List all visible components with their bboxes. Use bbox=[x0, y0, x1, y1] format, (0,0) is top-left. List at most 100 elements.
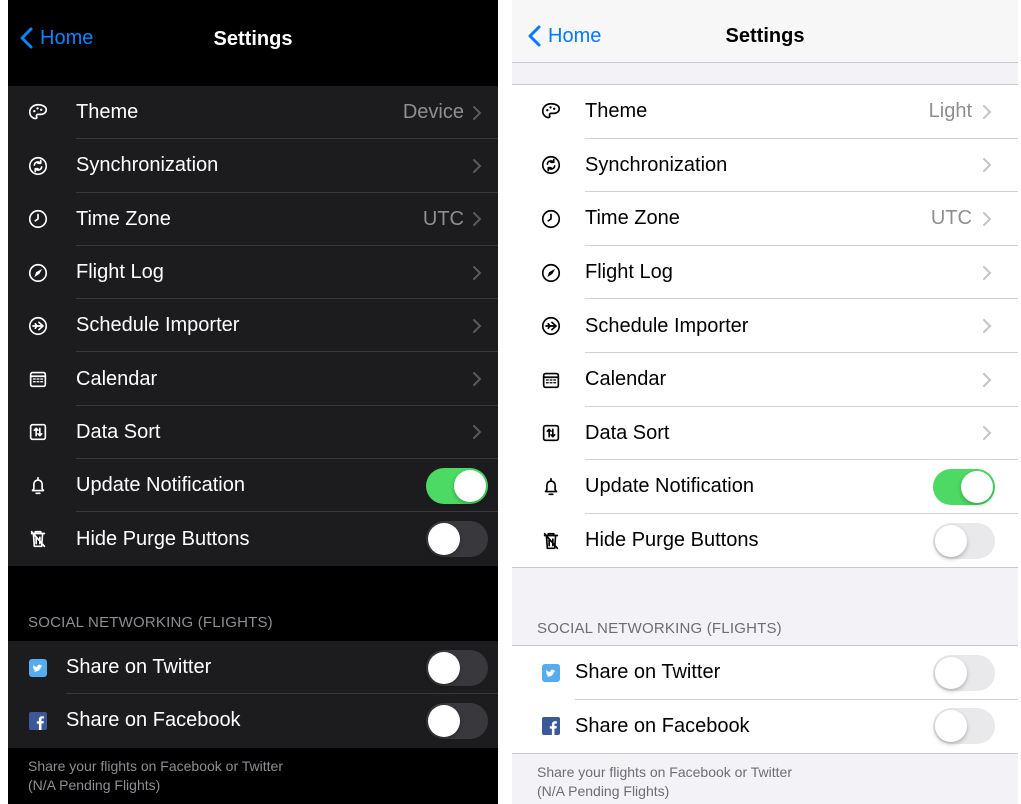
chevron-right-icon bbox=[473, 212, 482, 227]
footer-line: Share your flights on Facebook or Twitte… bbox=[537, 764, 792, 780]
toggle-knob bbox=[454, 469, 486, 502]
social-group: Share on Twitter Share on Facebook bbox=[8, 641, 498, 748]
share-twitter-toggle[interactable] bbox=[933, 654, 995, 691]
row-data-sort[interactable]: Data Sort bbox=[8, 406, 498, 460]
chevron-right-icon bbox=[473, 265, 482, 280]
row-theme[interactable]: Theme Light bbox=[512, 85, 1018, 139]
hide-purge-buttons-toggle[interactable] bbox=[933, 522, 995, 559]
row-update-notification: Update Notification bbox=[512, 460, 1018, 514]
row-flight-log[interactable]: Flight Log bbox=[512, 246, 1018, 300]
row-label: Flight Log bbox=[76, 261, 164, 284]
timezone-value: UTC bbox=[422, 207, 464, 230]
row-label: Share on Twitter bbox=[575, 661, 721, 684]
share-twitter-toggle[interactable] bbox=[426, 649, 488, 686]
row-label: Hide Purge Buttons bbox=[76, 527, 250, 550]
facebook-icon bbox=[539, 714, 563, 738]
chevron-right-icon bbox=[473, 425, 482, 440]
row-label: Data Sort bbox=[76, 420, 161, 443]
timezone-value: UTC bbox=[930, 207, 972, 230]
row-calendar[interactable]: Calendar bbox=[512, 353, 1018, 407]
sort-icon bbox=[539, 421, 563, 445]
row-share-twitter: Share on Twitter bbox=[512, 646, 1018, 700]
toggle-knob bbox=[428, 523, 460, 556]
row-label: Update Notification bbox=[585, 475, 754, 498]
page-title: Settings bbox=[213, 28, 293, 50]
page-title: Settings bbox=[725, 25, 805, 47]
clock-icon bbox=[26, 207, 50, 231]
theme-value: Device bbox=[402, 101, 464, 124]
row-share-twitter: Share on Twitter bbox=[8, 641, 498, 695]
row-label: Calendar bbox=[76, 367, 158, 390]
row-label: Flight Log bbox=[585, 261, 673, 284]
chevron-right-icon bbox=[473, 158, 482, 173]
toggle-knob bbox=[935, 524, 967, 557]
row-schedule-importer[interactable]: Schedule Importer bbox=[8, 299, 498, 353]
social-group: Share on Twitter Share on Facebook bbox=[512, 645, 1018, 755]
row-flight-log[interactable]: Flight Log bbox=[8, 246, 498, 300]
row-label: Time Zone bbox=[76, 207, 171, 230]
row-label: Theme bbox=[585, 100, 648, 123]
chevron-right-icon bbox=[983, 211, 992, 226]
compass-icon bbox=[26, 261, 50, 285]
settings-group: Theme Device Synchronization Time Zone U… bbox=[8, 86, 498, 566]
footer-line: (N/A Pending Flights) bbox=[537, 783, 670, 799]
row-label: Hide Purge Buttons bbox=[585, 529, 759, 552]
share-facebook-toggle[interactable] bbox=[426, 702, 488, 739]
row-hide-purge-buttons: Hide Purge Buttons bbox=[512, 514, 1018, 568]
row-label: Time Zone bbox=[585, 207, 680, 230]
row-calendar[interactable]: Calendar bbox=[8, 352, 498, 406]
bell-icon bbox=[26, 474, 50, 498]
row-share-facebook: Share on Facebook bbox=[8, 694, 498, 747]
chevron-right-icon bbox=[983, 319, 992, 334]
row-label: Share on Facebook bbox=[66, 709, 241, 732]
chevron-right-icon bbox=[473, 105, 482, 120]
toggle-knob bbox=[935, 656, 967, 689]
row-label: Calendar bbox=[585, 368, 667, 391]
toggle-knob bbox=[935, 710, 967, 743]
calendar-icon bbox=[539, 368, 563, 392]
footer-line: (N/A Pending Flights) bbox=[28, 777, 161, 793]
clock-icon bbox=[539, 207, 563, 231]
row-label: Schedule Importer bbox=[76, 314, 240, 337]
chevron-right-icon bbox=[983, 265, 992, 280]
row-share-facebook: Share on Facebook bbox=[512, 700, 1018, 754]
trash-icon bbox=[539, 529, 563, 553]
row-label: Synchronization bbox=[585, 153, 728, 176]
row-time-zone[interactable]: Time Zone UTC bbox=[8, 193, 498, 246]
sync-icon bbox=[26, 154, 50, 178]
chevron-right-icon bbox=[473, 318, 482, 333]
twitter-icon bbox=[26, 656, 50, 680]
section-header-social: SOCIAL NETWORKING (FLIGHTS) bbox=[537, 620, 782, 637]
share-facebook-toggle[interactable] bbox=[933, 708, 995, 745]
palette-icon bbox=[539, 100, 563, 124]
row-synchronization[interactable]: Synchronization bbox=[512, 139, 1018, 193]
plane-circle-icon bbox=[26, 314, 50, 338]
update-notification-toggle[interactable] bbox=[426, 467, 488, 504]
row-label: Update Notification bbox=[76, 474, 245, 497]
row-label: Synchronization bbox=[76, 154, 219, 177]
chevron-right-icon bbox=[473, 372, 482, 387]
update-notification-toggle[interactable] bbox=[933, 468, 995, 505]
chevron-right-icon bbox=[983, 104, 992, 119]
calendar-icon bbox=[26, 367, 50, 391]
settings-screen-light: Home Settings Theme Light Synchronizatio… bbox=[512, 0, 1018, 804]
row-hide-purge-buttons: Hide Purge Buttons bbox=[8, 512, 498, 565]
settings-screen-dark: Home Settings Theme Device Synchronizati… bbox=[8, 0, 498, 804]
plane-circle-icon bbox=[539, 314, 563, 338]
sort-icon bbox=[26, 420, 50, 444]
row-label: Share on Twitter bbox=[66, 656, 212, 679]
row-synchronization[interactable]: Synchronization bbox=[8, 139, 498, 193]
settings-group: Theme Light Synchronization Time Zone UT… bbox=[512, 84, 1018, 569]
hide-purge-buttons-toggle[interactable] bbox=[426, 521, 488, 558]
row-data-sort[interactable]: Data Sort bbox=[512, 407, 1018, 461]
row-time-zone[interactable]: Time Zone UTC bbox=[512, 192, 1018, 246]
compass-icon bbox=[539, 261, 563, 285]
chevron-right-icon bbox=[983, 158, 992, 173]
row-schedule-importer[interactable]: Schedule Importer bbox=[512, 299, 1018, 353]
row-theme[interactable]: Theme Device bbox=[8, 86, 498, 140]
toggle-knob bbox=[961, 470, 993, 503]
bell-icon bbox=[539, 475, 563, 499]
footer-line: Share your flights on Facebook or Twitte… bbox=[28, 758, 283, 774]
facebook-icon bbox=[26, 709, 50, 733]
navigation-bar: Home Settings bbox=[512, 0, 1018, 63]
